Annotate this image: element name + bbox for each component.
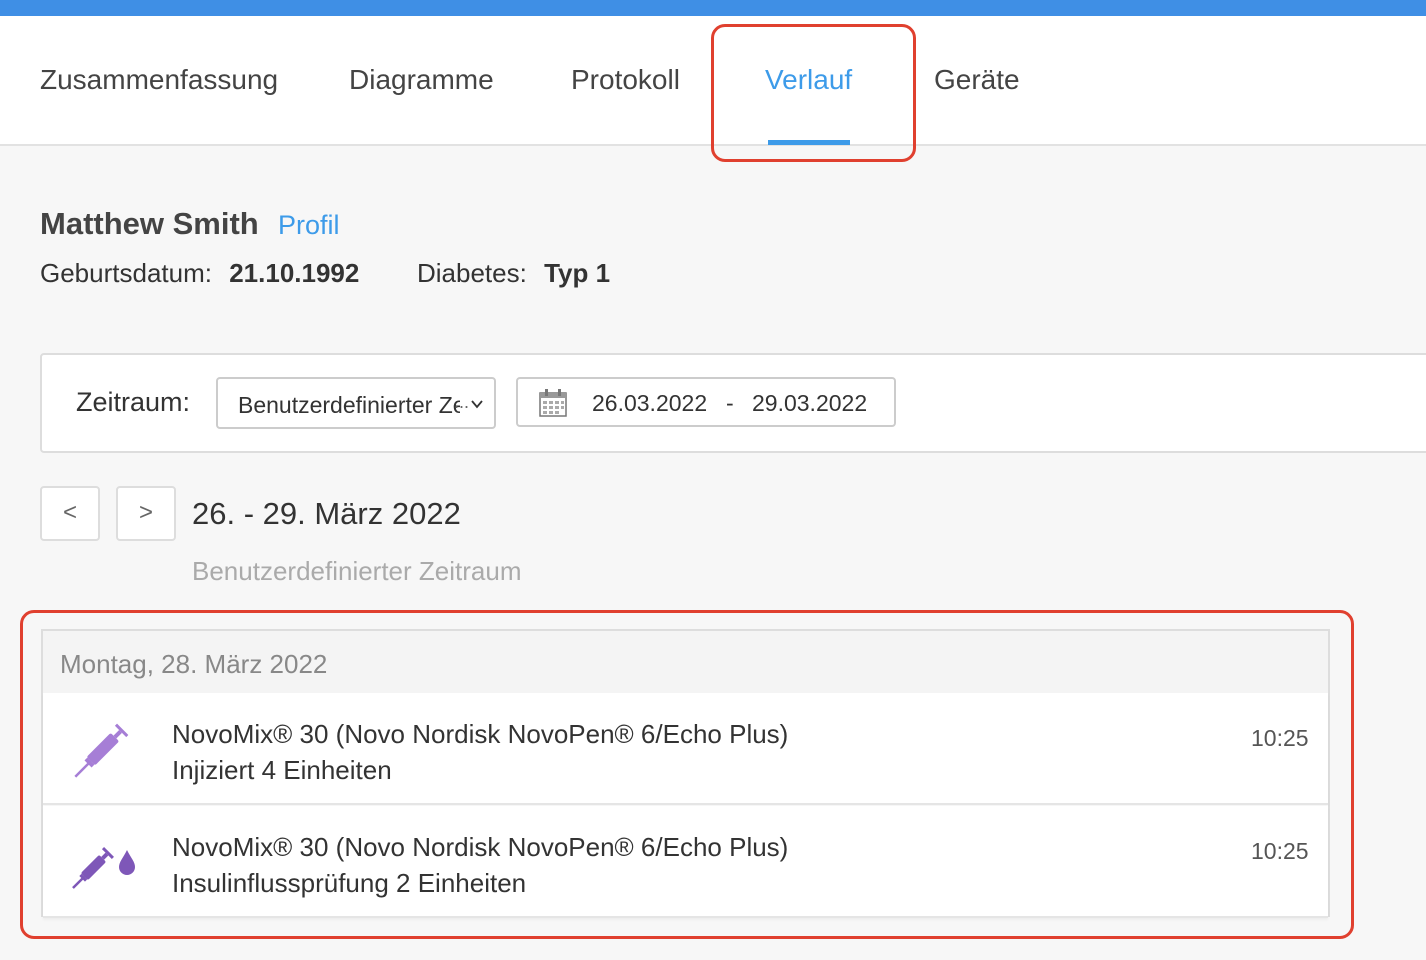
period-subtitle: Benutzerdefinierter Zeitraum: [192, 556, 522, 586]
calendar-icon: [539, 389, 567, 417]
tab-protokoll[interactable]: Protokoll: [571, 64, 680, 96]
next-period-button[interactable]: >: [116, 486, 176, 541]
period-title: 26. - 29. März 2022: [192, 496, 461, 531]
birthdate-row: Geburtsdatum: 21.10.1992: [40, 258, 359, 289]
tab-zusammenfassung[interactable]: Zusammenfassung: [40, 64, 278, 96]
diabetes-label: Diabetes:: [417, 258, 527, 288]
date-range-picker[interactable]: 26.03.2022 - 29.03.2022: [516, 377, 896, 427]
list-highlight-annotation: [20, 610, 1354, 939]
period-select-value: Benutzerdefinierter Zeitraum: [238, 392, 460, 418]
period-label: Zeitraum:: [76, 387, 191, 417]
chevron-down-icon: [471, 400, 483, 409]
select-ellipsis: ...: [454, 392, 470, 412]
period-select[interactable]: Benutzerdefinierter Zeitraum ...: [216, 377, 496, 429]
date-separator: -: [726, 390, 734, 416]
previous-period-button[interactable]: <: [40, 486, 100, 541]
patient-name: Matthew Smith: [40, 206, 259, 241]
date-from: 26.03.2022: [592, 390, 708, 416]
profile-link[interactable]: Profil: [278, 210, 340, 241]
tab-highlight-annotation: [711, 24, 916, 162]
birthdate-value: 21.10.1992: [229, 258, 360, 288]
tab-diagramme[interactable]: Diagramme: [349, 64, 494, 96]
birthdate-label: Geburtsdatum:: [40, 258, 212, 288]
diabetes-type: Typ 1: [544, 258, 611, 288]
top-accent-bar: [0, 0, 1426, 16]
period-filter-panel: Zeitraum: Benutzerdefinierter Zeitraum .…: [40, 353, 1426, 453]
date-to: 29.03.2022: [752, 390, 868, 416]
tab-geraete[interactable]: Geräte: [934, 64, 1020, 96]
diabetes-row: Diabetes: Typ 1: [417, 258, 610, 289]
